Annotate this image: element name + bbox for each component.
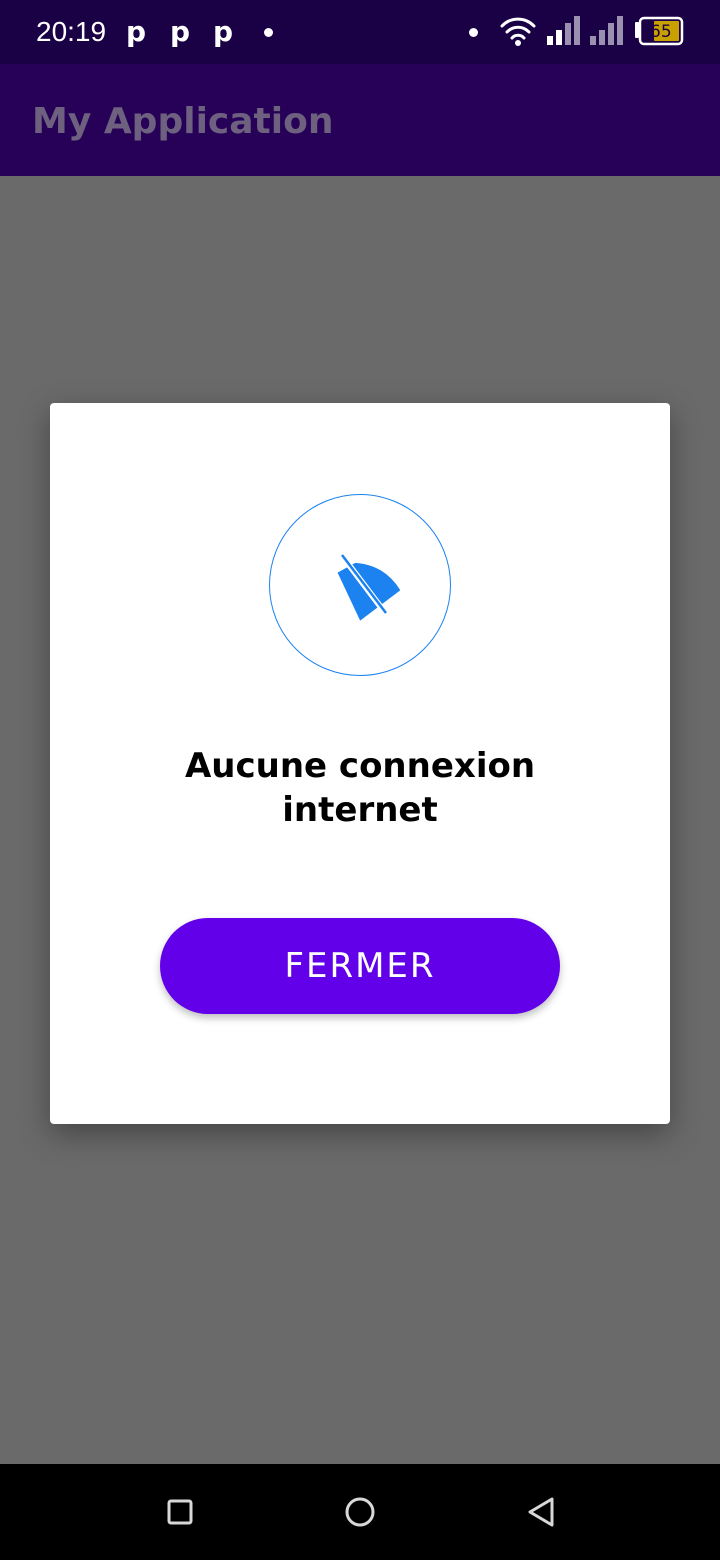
recents-square-icon[interactable] [156,1488,204,1536]
signal-strength-1-icon [547,16,580,45]
notification-p-icon: p [213,15,234,48]
close-button[interactable]: FERMER [160,918,560,1014]
status-time: 20:19 [36,16,107,47]
back-triangle-icon[interactable] [516,1488,564,1536]
app-title: My Application [32,101,334,142]
notification-p-icon: p [126,15,147,48]
wifi-icon [500,17,536,46]
battery-level: 65 [650,22,672,42]
more-notifications-dot-icon [264,28,273,37]
notification-p-icon: p [170,15,191,48]
signal-strength-2-icon [590,16,623,45]
home-circle-icon[interactable] [336,1488,384,1536]
dialog-message: Aucune connexion internet [184,746,536,830]
status-dot-icon [469,28,478,37]
wifi-off-icon [337,551,400,621]
